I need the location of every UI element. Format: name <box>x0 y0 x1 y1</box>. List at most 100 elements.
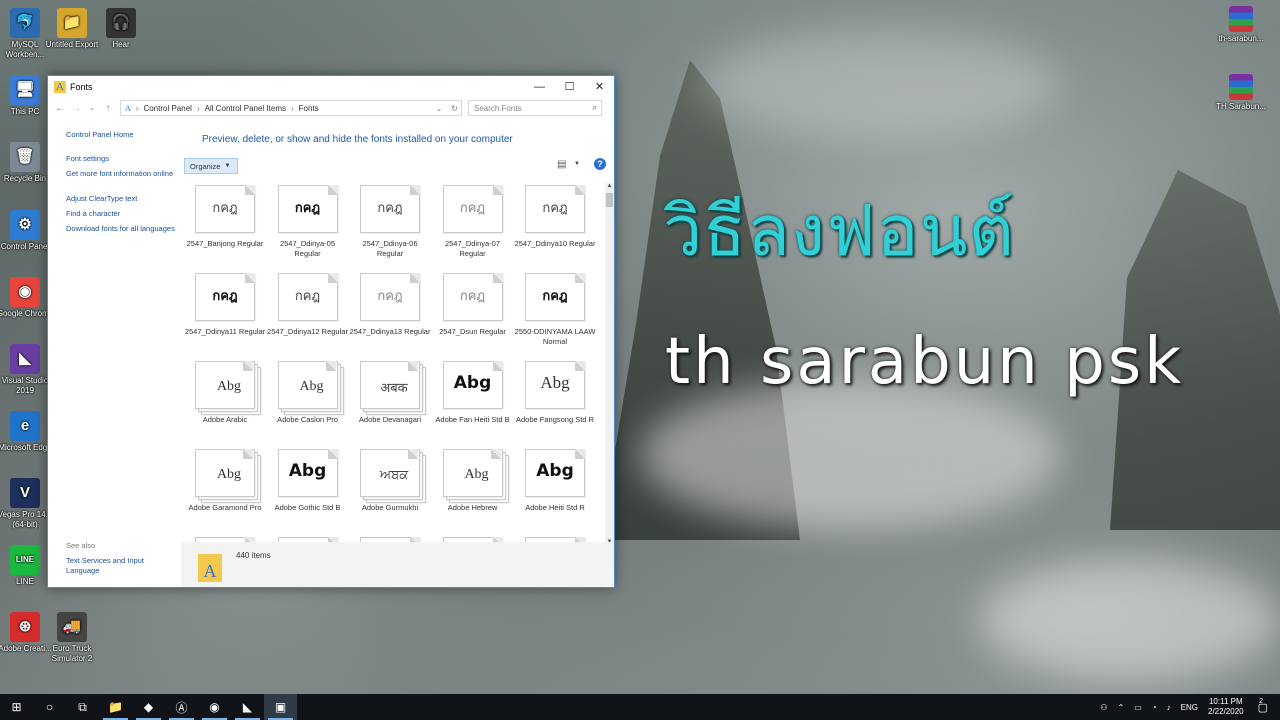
this-pc-icon: 🖥 <box>10 75 40 105</box>
taskbar-file-explorer[interactable]: 📁 <box>99 694 132 720</box>
view-options-icon[interactable]: ▤ <box>557 159 566 170</box>
help-icon[interactable]: ? <box>594 158 606 170</box>
start-button[interactable]: ⊞ <box>0 694 33 720</box>
link-control-panel-home[interactable]: Control Panel Home <box>66 130 176 140</box>
font-item[interactable]: Abg Adobe Hebrew <box>432 447 514 513</box>
desktop-icon-label: Visual Studio 2019 <box>1 376 49 395</box>
clock[interactable]: 10:11 PM 2/22/2020 <box>1208 697 1244 717</box>
back-arrow-icon[interactable]: ← <box>52 103 68 114</box>
font-item[interactable]: Abg Adobe Gothic Std B <box>267 447 349 513</box>
link-download-fonts[interactable]: Download fonts for all languages <box>66 224 176 234</box>
taskbar-chrome[interactable]: ◉ <box>198 694 231 720</box>
tray-chevron-icon[interactable]: ⌃ <box>1118 703 1125 712</box>
desktop-icon-microsoft-edge[interactable]: e Microsoft Edge <box>0 411 54 453</box>
battery-icon[interactable]: ▭ <box>1134 703 1142 712</box>
google-chrome-icon: ◉ <box>10 277 40 307</box>
refresh-icon[interactable]: ↻ <box>451 104 458 113</box>
link-adjust-cleartype[interactable]: Adjust ClearType text <box>66 194 176 204</box>
breadcrumb-all-items[interactable]: All Control Panel Items <box>205 104 286 113</box>
desktop-icon-th-sarabun-archive-2[interactable]: TH Sarabun... <box>1212 74 1270 112</box>
maximize-button[interactable]: ☐ <box>554 76 585 97</box>
breadcrumb-fonts[interactable]: Fonts <box>299 104 319 113</box>
font-item[interactable]: Abg Adobe Heiti Std R <box>514 447 596 513</box>
font-sample-text: กคฎ <box>377 200 403 216</box>
notification-icon[interactable]: ▢ 2 <box>1258 698 1268 714</box>
link-find-character[interactable]: Find a character <box>66 209 176 219</box>
link-text-services[interactable]: Text Services and Input Language <box>66 556 176 576</box>
link-font-settings[interactable]: Font settings <box>66 154 176 164</box>
link-get-more-font-info[interactable]: Get more font information online <box>66 169 176 179</box>
view-dropdown-icon[interactable]: ▼ <box>574 161 580 167</box>
font-item[interactable]: กคฎ 2547_Ddinya13 Regular <box>349 271 431 337</box>
desktop-icon-this-pc[interactable]: 🖥 This PC <box>0 75 54 117</box>
desktop-icon-label: LINE <box>16 577 34 586</box>
font-preview-thumbnail: Abg <box>441 359 505 411</box>
desktop-icon-control-panel[interactable]: ⚙ Control Panel <box>0 210 54 252</box>
task-view-button[interactable]: ⧉ <box>66 694 99 720</box>
desktop-icon-visual-studio[interactable]: ◣ Visual Studio 2019 <box>0 344 54 396</box>
font-item[interactable]: Abg Adobe Fan Heiti Std B <box>432 359 514 425</box>
font-item[interactable]: กคฎ 2547_Ddinya10 Regular <box>514 183 596 249</box>
font-sample-text: Abg <box>464 467 489 482</box>
taskbar-app-orange-icon: ◆ <box>143 700 154 714</box>
font-name-label: 2547_Ddinya13 Regular <box>349 327 431 336</box>
taskbar-app-red[interactable]: Ⓐ <box>165 694 198 720</box>
font-item[interactable]: กคฎ 2550-DDINYAMA LAAW Normal <box>514 271 596 347</box>
font-name-label: 2550-DDINYAMA LAAW Normal <box>514 327 596 346</box>
address-path[interactable]: A › Control Panel › All Control Panel It… <box>120 100 462 116</box>
font-sample-text: Abg <box>288 461 327 481</box>
search-icon: ⌕ <box>592 103 597 112</box>
taskbar-app-orange[interactable]: ◆ <box>132 694 165 720</box>
desktop-icon-label: Microsoft Edge <box>0 443 52 452</box>
vertical-scrollbar[interactable]: ▲ ▼ <box>605 183 614 548</box>
desktop-icon-euro-truck[interactable]: 🚚 Euro Truck Simulator 2 <box>43 612 101 664</box>
search-input[interactable]: Search Fonts ⌕ <box>468 100 602 116</box>
taskbar-visual-studio-icon: ◣ <box>242 700 253 714</box>
taskbar-visual-studio[interactable]: ◣ <box>231 694 264 720</box>
up-arrow-icon[interactable]: ↑ <box>100 103 116 114</box>
font-item[interactable]: Abg Adobe Caslon Pro <box>267 359 349 425</box>
desktop-icon-recycle-bin[interactable]: 🗑 Recycle Bin <box>0 142 54 184</box>
desktop-icon-google-chrome[interactable]: ◉ Google Chrome <box>0 277 54 319</box>
address-dropdown-icon[interactable]: ⌄ <box>436 104 443 113</box>
details-pane: A 440 items <box>181 542 614 587</box>
scroll-up-icon[interactable]: ▲ <box>605 183 614 192</box>
font-item[interactable]: กคฎ 2547_Ddinya12 Regular <box>267 271 349 337</box>
forward-arrow-icon[interactable]: → <box>68 103 84 114</box>
font-item[interactable]: ਅਬਕ Adobe Gurmukhi <box>349 447 431 513</box>
minimize-button[interactable]: — <box>524 76 555 97</box>
desktop-icon-line[interactable]: LINE LINE <box>0 545 54 587</box>
font-item[interactable]: กคฎ 2547_Banjong Regular <box>184 183 266 249</box>
vegas-pro-icon: V <box>10 478 40 508</box>
font-item[interactable]: Abg Adobe Arabic <box>184 359 266 425</box>
font-item[interactable]: Abg Adobe Fangsong Std R <box>514 359 596 425</box>
desktop-icon-vegas-pro[interactable]: V Vegas Pro 14.0 (64-bit) <box>0 478 54 530</box>
language-indicator[interactable]: ENG <box>1181 703 1198 712</box>
taskbar-control-panel[interactable]: ▣ <box>264 694 297 720</box>
font-name-label: Adobe Devanagari <box>358 415 422 424</box>
breadcrumb-control-panel[interactable]: Control Panel <box>143 104 191 113</box>
close-button[interactable]: ✕ <box>584 76 615 97</box>
font-item[interactable]: กคฎ 2547_Ddinya11 Regular <box>184 271 266 337</box>
font-sample-text: กคฎ <box>542 288 568 304</box>
search-button[interactable]: ○ <box>33 694 66 720</box>
see-also-label: See also <box>66 541 96 550</box>
organize-button[interactable]: Organize ▼ <box>184 158 238 174</box>
font-item[interactable]: Abg Adobe Garamond Pro <box>184 447 266 513</box>
euro-truck-icon: 🚚 <box>57 612 87 642</box>
network-icon[interactable]: ◔ <box>1152 703 1157 712</box>
people-icon[interactable]: ⚇ <box>1100 703 1107 712</box>
desktop-icon-th-sarabun-archive-1[interactable]: th-sarabun... <box>1212 6 1270 44</box>
title-bar[interactable]: A Fonts — ☐ ✕ <box>48 76 614 97</box>
scrollbar-thumb[interactable] <box>606 193 613 207</box>
font-item[interactable]: กคฎ 2547_Ddinya-06 Regular <box>349 183 431 259</box>
font-item[interactable]: กคฎ 2547_Ddinya-05 Regular <box>267 183 349 259</box>
desktop-icon-label: Vegas Pro 14.0 (64-bit) <box>0 510 53 529</box>
desktop-icon-hear[interactable]: 🎧 Hear <box>92 8 150 50</box>
font-item[interactable]: กคฎ 2547_Dsun Regular <box>432 271 514 337</box>
recent-locations-chevron-icon[interactable]: ⌄ <box>84 104 100 112</box>
font-item[interactable]: กคฎ 2547_Ddinya-07 Regular <box>432 183 514 259</box>
font-preview-thumbnail: กคฎ <box>276 183 340 235</box>
volume-icon[interactable]: ♪ <box>1167 703 1171 712</box>
font-item[interactable]: अबक Adobe Devanagari <box>349 359 431 425</box>
